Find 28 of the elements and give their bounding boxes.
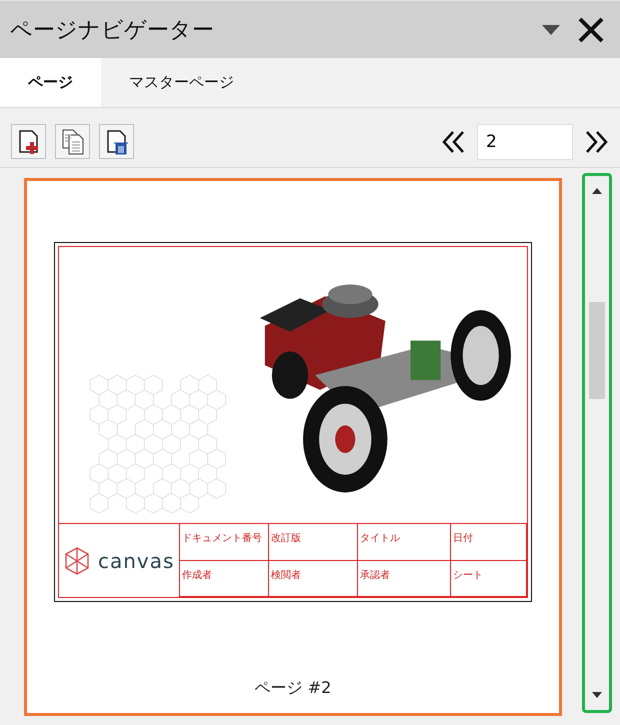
scroll-up-icon[interactable] [592,188,602,194]
scroll-thumb[interactable] [589,302,605,399]
hexagon-logo-icon [64,546,90,574]
title-block-label: 日付 [453,533,473,544]
title-block-label: 検閲者 [271,570,301,580]
scrollbar[interactable] [582,173,612,713]
title-block-label: シート [453,570,483,580]
tab[interactable]: マスターページ [101,58,262,107]
copy-icon [60,128,86,156]
title-block-label: ドキュメント番号 [182,533,262,544]
page-label: ページ #2 [254,678,332,699]
next-page-icon[interactable] [584,130,608,152]
close-icon[interactable] [578,16,604,42]
title-block-label: タイトル [360,533,400,544]
window-title: ページナビゲーター [10,16,215,44]
delete-page-button[interactable] [99,124,134,159]
scroll-down-icon[interactable] [592,692,602,698]
logo-text: canvas [98,548,174,572]
title-block-label: 承認者 [360,570,390,580]
page-number-field[interactable]: 2 [477,124,573,160]
dropdown-icon[interactable] [542,24,560,34]
title-block-label: 改訂版 [271,533,301,544]
title-block-label: 作成者 [182,570,212,580]
previous-page-icon[interactable] [442,130,466,152]
copy-page-button[interactable] [55,124,90,159]
add-page-button[interactable] [11,124,46,159]
page-thumbnail[interactable]: canvas ドキュメント番号 改訂版 タイトル 日付 作成者 検閲者 承認者 シート ページ #2 [24,178,562,716]
tab[interactable]: ページ [0,58,101,107]
